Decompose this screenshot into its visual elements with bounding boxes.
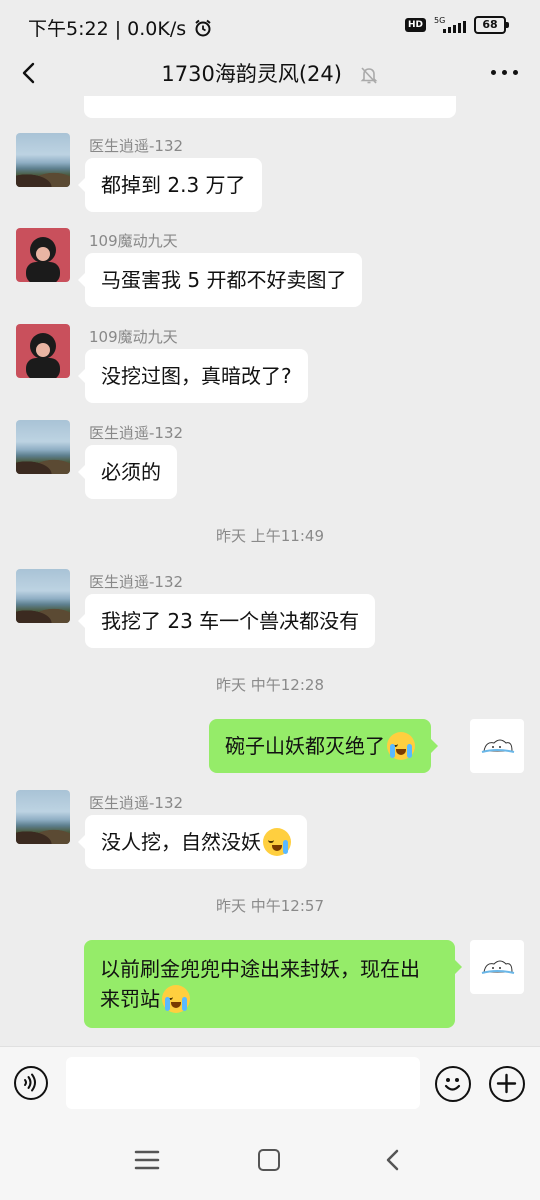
home-icon[interactable] xyxy=(258,1149,280,1171)
timestamp: 昨天 中午12:57 xyxy=(216,897,324,915)
network-speed: 0.0K/s xyxy=(127,18,187,40)
timestamp: 昨天 中午12:28 xyxy=(216,676,324,694)
message-text: 没挖过图，真暗改了? xyxy=(101,364,292,388)
message-text: 以前刷金兜兜中途出来封妖，现在出来罚站 xyxy=(100,957,420,1011)
plus-icon xyxy=(496,1073,517,1094)
message-bubble[interactable]: 没人挖，自然没妖 xyxy=(78,815,307,869)
my-avatar[interactable] xyxy=(470,940,524,994)
avatar[interactable] xyxy=(16,133,70,187)
crying-face-emoji xyxy=(162,984,190,1013)
laughing-face-emoji xyxy=(263,827,291,856)
system-nav-bar xyxy=(0,1120,540,1200)
message-bubble[interactable]: 马蛋害我 5 开都不好卖图了 xyxy=(77,253,363,307)
chat-title: 1730海韵灵风(24) xyxy=(0,58,540,88)
avatar[interactable] xyxy=(16,420,70,474)
signal-icon: 5G xyxy=(434,17,466,33)
sender-name: 医生逍遥-132 xyxy=(89,424,184,442)
message-input[interactable] xyxy=(66,1057,420,1109)
message-text: 没人挖，自然没妖 xyxy=(101,830,261,854)
message-text: 马蛋害我 5 开都不好卖图了 xyxy=(101,268,347,292)
message-text: 我挖了 23 车一个兽决都没有 xyxy=(101,609,360,633)
voice-icon xyxy=(24,1073,36,1092)
battery-level: 68 xyxy=(482,18,498,31)
more-options-button[interactable] xyxy=(484,62,518,82)
my-avatar[interactable] xyxy=(470,719,524,773)
sender-name: 医生逍遥-132 xyxy=(89,137,184,155)
sender-name: 109魔动九天 xyxy=(89,232,178,250)
alarm-icon xyxy=(195,19,211,37)
hd-badge: HD xyxy=(404,18,426,32)
voice-button[interactable] xyxy=(14,1066,48,1100)
emoji-button[interactable] xyxy=(435,1066,471,1102)
message-text: 碗子山妖都灭绝了 xyxy=(225,734,385,758)
avatar[interactable] xyxy=(16,324,70,378)
message-text: 都掉到 2.3 万了 xyxy=(101,173,246,197)
bell-off-icon xyxy=(360,67,378,84)
sender-name: 医生逍遥-132 xyxy=(89,573,184,591)
avatar[interactable] xyxy=(16,790,70,844)
avatar[interactable] xyxy=(16,228,70,282)
chat-header: 1730海韵灵风(24) xyxy=(0,50,540,96)
menu-icon[interactable] xyxy=(134,1150,160,1170)
timestamp: 昨天 上午11:49 xyxy=(216,527,324,545)
nav-back-icon[interactable] xyxy=(382,1148,404,1172)
sender-name: 医生逍遥-132 xyxy=(89,794,184,812)
input-bar xyxy=(0,1046,540,1121)
chat-messages[interactable]: 医生逍遥-132 都掉到 2.3 万了 109魔动九天 马蛋害我 5 开都不好卖… xyxy=(0,96,540,1046)
status-bar: 下午5:22 | 0.0K/s HD 5G 68 xyxy=(0,0,540,50)
my-message-bubble[interactable]: 碗子山妖都灭绝了 xyxy=(209,719,438,773)
message-bubble-partial[interactable] xyxy=(84,96,456,118)
emoji-icon xyxy=(444,1078,461,1091)
avatar[interactable] xyxy=(16,569,70,623)
sender-name: 109魔动九天 xyxy=(89,328,178,346)
battery-icon: 68 xyxy=(474,16,509,34)
status-time: 下午5:22 xyxy=(28,18,109,40)
message-bubble[interactable]: 没挖过图，真暗改了? xyxy=(78,349,308,403)
my-message-bubble[interactable]: 以前刷金兜兜中途出来封妖，现在出来罚站 xyxy=(84,940,462,1028)
message-bubble[interactable]: 我挖了 23 车一个兽决都没有 xyxy=(77,594,376,648)
more-dots-icon xyxy=(491,69,496,75)
group-name: 1730海韵灵风(24) xyxy=(161,62,342,86)
message-bubble[interactable]: 必须的 xyxy=(78,445,177,499)
message-text: 必须的 xyxy=(101,460,161,484)
more-functions-button[interactable] xyxy=(489,1066,525,1102)
crying-face-emoji xyxy=(387,731,415,760)
message-bubble[interactable]: 都掉到 2.3 万了 xyxy=(78,158,262,212)
